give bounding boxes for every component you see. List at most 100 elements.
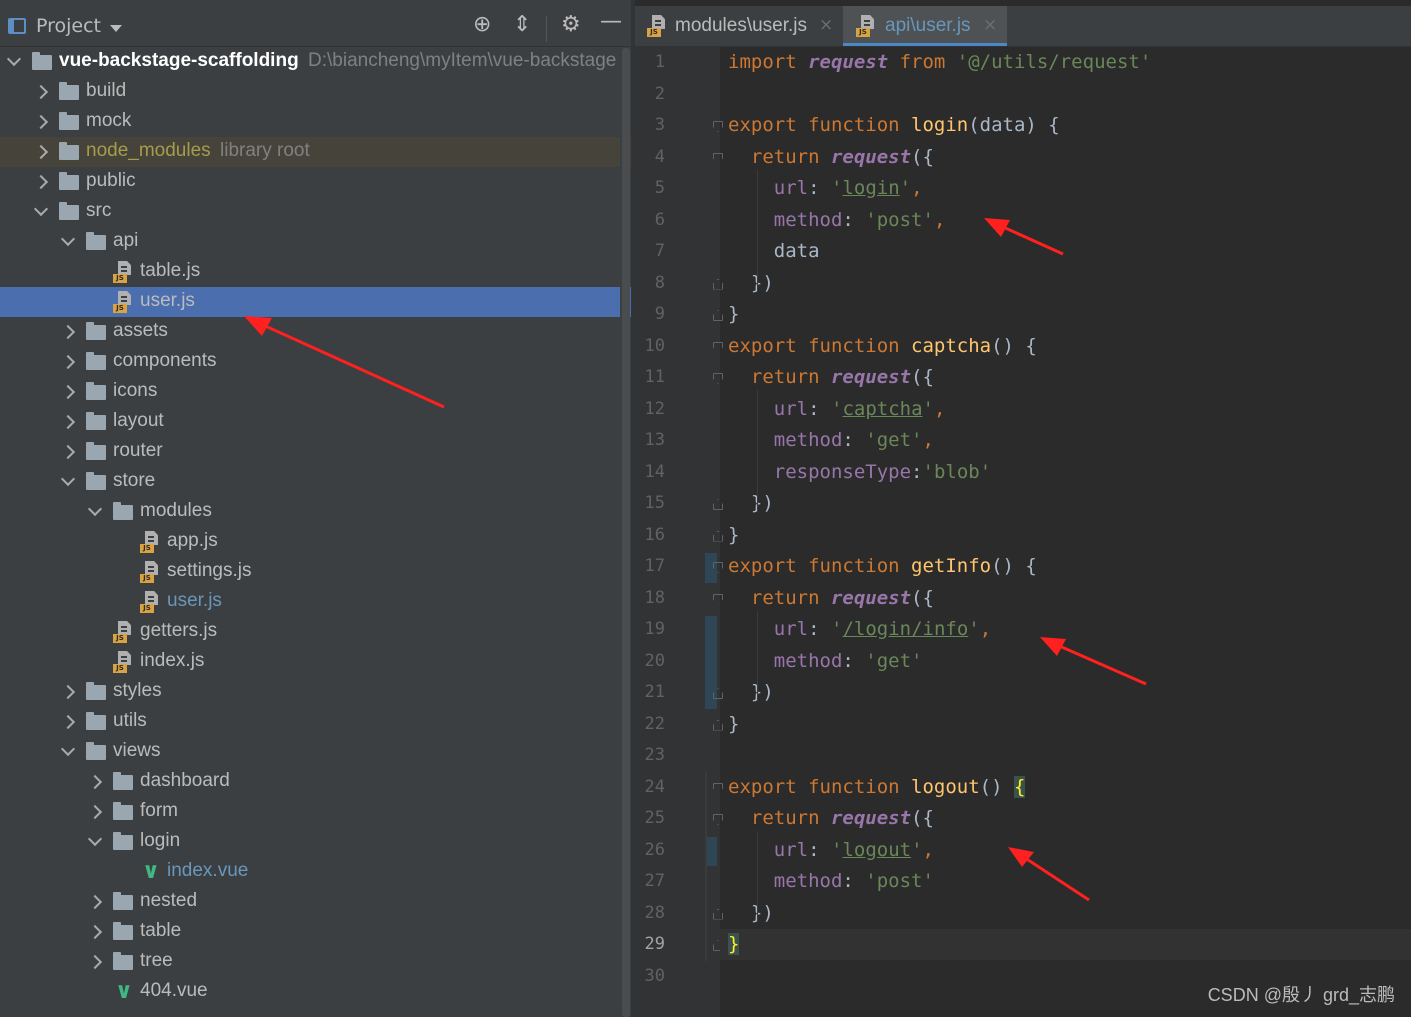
chevron-right-icon[interactable] — [87, 924, 103, 940]
chevron-right-icon[interactable] — [60, 354, 76, 370]
tree-item[interactable]: api — [0, 227, 631, 257]
tree-item[interactable]: JS settings.js — [0, 557, 631, 587]
code-line: method: 'post', — [728, 205, 946, 236]
code-token: : — [842, 870, 866, 892]
chevron-right-icon[interactable] — [60, 414, 76, 430]
tree-item[interactable]: assets — [0, 317, 631, 347]
line-number-gutter[interactable]: 1 2 3 4 5 6 7 8 9 10 11 12 13 14 15 16 17 18 19 20 21 22 23 24 2… — [635, 47, 723, 1017]
chevron-right-icon[interactable] — [33, 84, 49, 100]
tree-item[interactable]: ∨ 404.vue — [0, 977, 631, 1007]
code-line: url: 'logout', — [728, 835, 934, 866]
tree-item[interactable]: public — [0, 167, 631, 197]
chevron-down-icon[interactable] — [6, 51, 22, 67]
locate-icon[interactable]: ⊕ — [473, 14, 491, 36]
chevron-right-icon[interactable] — [60, 444, 76, 460]
code-token: } — [728, 933, 740, 955]
tree-item[interactable]: form — [0, 797, 631, 827]
chevron-right-icon[interactable] — [87, 804, 103, 820]
tree-item[interactable]: icons — [0, 377, 631, 407]
tree-item[interactable]: JS index.js — [0, 647, 631, 677]
chevron-down-icon[interactable] — [60, 741, 76, 757]
hide-panel-icon[interactable]: — — [600, 11, 622, 33]
tree-item-label: dashboard — [140, 770, 230, 791]
chevron-down-icon[interactable] — [110, 25, 122, 32]
code-line: url: 'captcha', — [728, 394, 946, 425]
code-line: }) — [728, 898, 774, 929]
chevron-down-icon[interactable] — [33, 201, 49, 217]
chevron-right-icon[interactable] — [60, 714, 76, 730]
tree-item[interactable]: JS user.js — [0, 287, 631, 317]
tree-item-label: store — [113, 470, 156, 491]
tree-item[interactable]: store — [0, 467, 631, 497]
tree-item[interactable]: ∨ index.vue — [0, 857, 631, 887]
tree-item[interactable]: JS table.js — [0, 257, 631, 287]
tree-item[interactable]: utils — [0, 707, 631, 737]
tree-item[interactable]: mock — [0, 107, 631, 137]
code-token: 'get' — [865, 429, 923, 451]
tree-item[interactable]: dashboard — [0, 767, 631, 797]
tree-item[interactable]: JS getters.js — [0, 617, 631, 647]
tree-item-label: settings.js — [167, 560, 252, 581]
chevron-right-icon[interactable] — [87, 774, 103, 790]
tree-item[interactable]: router — [0, 437, 631, 467]
tree-item[interactable]: node_modules library root — [0, 137, 631, 167]
close-icon[interactable]: × — [983, 15, 997, 35]
tree-item-label: tree — [140, 950, 173, 971]
tree-item[interactable]: styles — [0, 677, 631, 707]
code-token: request — [830, 586, 912, 609]
chevron-right-icon[interactable] — [33, 174, 49, 190]
tree-item[interactable]: layout — [0, 407, 631, 437]
code-area[interactable]: import request from '@/utils/request' exp… — [720, 47, 1411, 1017]
chevron-down-icon[interactable] — [87, 831, 103, 847]
tree-item[interactable]: login — [0, 827, 631, 857]
chevron-right-icon[interactable] — [87, 894, 103, 910]
chevron-right-icon[interactable] — [60, 684, 76, 700]
code-token: login — [911, 114, 969, 136]
code-token: method — [773, 208, 843, 231]
chevron-right-icon[interactable] — [33, 144, 49, 160]
code-token: ({ — [911, 586, 934, 609]
chevron-right-icon[interactable] — [60, 384, 76, 400]
tree-item[interactable]: JS app.js — [0, 527, 631, 557]
chevron-right-icon[interactable] — [33, 114, 49, 130]
tree-item[interactable]: components — [0, 347, 631, 377]
tree-item[interactable]: vue-backstage-scaffolding D:\biancheng\my… — [0, 47, 631, 77]
tree-item[interactable]: JS user.js — [0, 587, 631, 617]
code-token: ({ — [911, 807, 934, 829]
line-number: 20 — [644, 650, 665, 671]
gear-icon[interactable]: ⚙ — [561, 14, 581, 36]
code-token: : — [808, 838, 831, 861]
chevron-down-icon[interactable] — [60, 471, 76, 487]
code-line: } — [728, 709, 739, 740]
code-token: : — [808, 397, 831, 420]
tree-item[interactable]: tree — [0, 947, 631, 977]
tree-item-label: router — [113, 440, 163, 461]
chevron-down-icon[interactable] — [87, 501, 103, 517]
code-token: import — [728, 51, 809, 73]
code-token: return — [750, 586, 831, 609]
tree-item[interactable]: build — [0, 77, 631, 107]
project-view-icon[interactable] — [8, 18, 26, 34]
collapse-all-icon[interactable]: ⇕ — [513, 14, 531, 36]
code-token: url — [773, 397, 809, 420]
code-token: ' — [830, 838, 843, 861]
project-panel: Project ⊕ ⇕ ⚙ — vue-backstage-scaffoldin… — [0, 0, 631, 1017]
tree-item[interactable]: views — [0, 737, 631, 767]
tree-item[interactable]: src — [0, 197, 631, 227]
tab-api-user-js[interactable]: JS api\user.js × — [843, 6, 1007, 46]
chevron-right-icon[interactable] — [87, 954, 103, 970]
tree-item[interactable]: modules — [0, 497, 631, 527]
code-token: logout — [842, 838, 912, 861]
code-token: data — [728, 240, 820, 262]
tab-modules-user-js[interactable]: JS modules\user.js × — [635, 6, 843, 46]
line-number: 1 — [654, 52, 665, 72]
close-icon[interactable]: × — [819, 15, 833, 35]
chevron-right-icon[interactable] — [60, 324, 76, 340]
project-view-title[interactable]: Project — [36, 15, 101, 37]
chevron-down-icon[interactable] — [60, 231, 76, 247]
tree-item[interactable]: table — [0, 917, 631, 947]
tree-item[interactable]: nested — [0, 887, 631, 917]
tree-scrollbar-thumb[interactable] — [622, 48, 630, 1017]
